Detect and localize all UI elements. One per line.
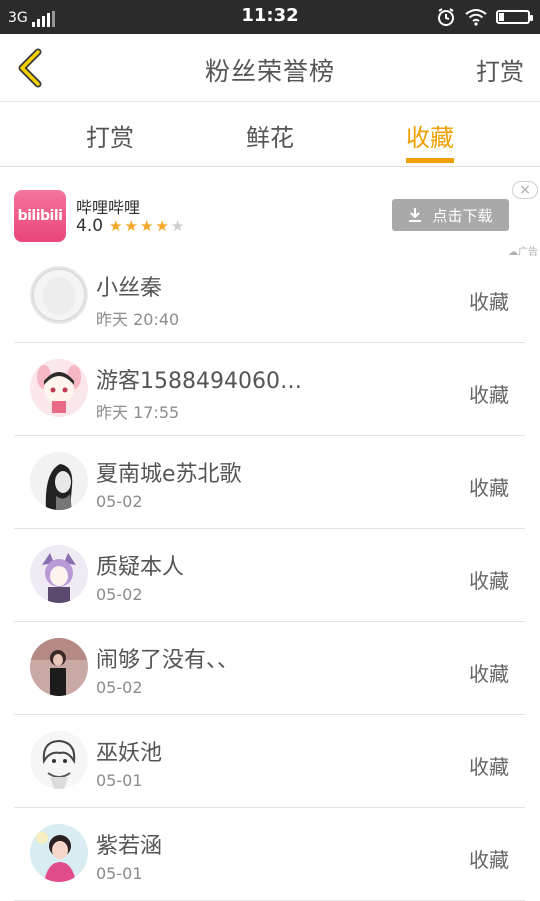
fan-name: 夏南城e苏北歌 — [96, 462, 242, 487]
avatar — [30, 731, 88, 789]
fan-name: 巫妖池 — [96, 741, 163, 766]
battery-icon — [496, 10, 533, 24]
star-empty-icon: ★ — [170, 217, 185, 235]
fan-name: 游客1588494060… — [96, 369, 302, 394]
ad-rating: 4.0 ★ ★ ★ ★ ★ — [76, 216, 184, 236]
avatar — [30, 545, 88, 603]
app-logo: bilibili — [14, 190, 66, 242]
fan-name: 小丝秦 — [96, 276, 163, 301]
fan-name: 紫若涵 — [96, 834, 163, 859]
avatar — [30, 638, 88, 696]
star-icon: ★ — [109, 217, 123, 235]
fan-name: 闹够了没有、、 — [96, 648, 240, 673]
favorite-label: 收藏 — [469, 755, 509, 779]
alarm-icon — [438, 8, 454, 26]
app-header: 粉丝荣誉榜 打赏 — [0, 34, 540, 102]
favorite-label: 收藏 — [469, 476, 509, 500]
fan-time: 昨天 17:55 — [96, 403, 180, 422]
reward-button[interactable]: 打赏 — [476, 52, 524, 87]
list-item[interactable]: 游客1588494060… 昨天 17:55 收藏 — [14, 343, 525, 436]
download-icon — [409, 208, 422, 222]
ad-app-name: 哔哩哔哩 — [76, 198, 141, 217]
tab-flowers[interactable]: 鲜花 — [246, 118, 294, 153]
fan-time: 05-01 — [96, 771, 143, 790]
list-item[interactable]: 夏南城e苏北歌 05-02 收藏 — [14, 436, 525, 529]
list-item[interactable]: 紫若涵 05-01 收藏 — [14, 808, 525, 901]
fan-time: 05-02 — [96, 492, 143, 511]
avatar — [30, 266, 88, 324]
star-rating: ★ ★ ★ ★ ★ — [109, 217, 184, 235]
status-icons — [436, 7, 533, 27]
avatar — [30, 359, 88, 417]
star-icon: ★ — [139, 217, 154, 235]
list-item[interactable]: 闹够了没有、、 05-02 收藏 — [14, 622, 525, 715]
avatar — [30, 824, 88, 882]
star-icon: ★ — [124, 217, 138, 235]
active-tab-indicator — [406, 158, 454, 163]
favorite-label: 收藏 — [469, 848, 509, 872]
tab-favorites[interactable]: 收藏 — [406, 118, 454, 153]
tab-reward[interactable]: 打赏 — [86, 118, 134, 153]
fan-time: 05-02 — [96, 585, 143, 604]
favorite-label: 收藏 — [469, 569, 509, 593]
list-item[interactable]: 质疑本人 05-02 收藏 — [14, 529, 525, 622]
avatar — [30, 452, 88, 510]
wifi-icon — [465, 9, 487, 26]
list-item[interactable]: 小丝秦 昨天 20:40 收藏 — [14, 250, 525, 343]
favorite-label: 收藏 — [469, 662, 509, 686]
download-label: 点击下载 — [432, 206, 493, 225]
page-title: 粉丝荣誉榜 — [204, 57, 335, 86]
fan-time: 05-01 — [96, 864, 143, 883]
rating-value: 4.0 — [76, 216, 104, 236]
fan-name: 质疑本人 — [96, 555, 185, 580]
favorite-label: 收藏 — [469, 290, 509, 314]
fan-time: 05-02 — [96, 678, 143, 697]
ad-banner[interactable]: bilibili 哔哩哔哩 4.0 ★ ★ ★ ★ ★ 点击下载 × ☁广告 — [0, 178, 540, 258]
fan-time: 昨天 20:40 — [96, 310, 180, 329]
download-button[interactable]: 点击下载 — [392, 199, 509, 231]
close-ad-button[interactable]: × — [512, 181, 538, 199]
tab-bar: 打赏 鲜花 收藏 — [0, 102, 540, 167]
star-icon: ★ — [155, 217, 169, 235]
list-item[interactable]: 巫妖池 05-01 收藏 — [14, 715, 525, 808]
status-bar: 3G 11:32 — [0, 0, 540, 34]
favorite-label: 收藏 — [469, 383, 509, 407]
